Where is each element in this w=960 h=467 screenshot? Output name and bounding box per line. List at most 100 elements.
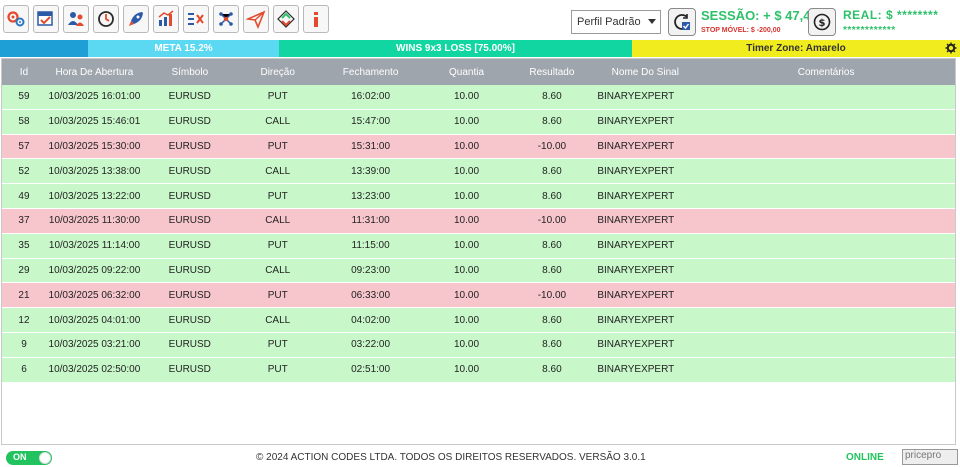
connection-status: ONLINE [846,452,884,463]
table-row[interactable]: 59 10/03/2025 16:01:00 EURUSD PUT 16:02:00 10… [2,85,955,110]
brand-watermark: pricepro [902,449,958,465]
cell-quantia: 10.00 [453,289,480,301]
users-icon[interactable] [63,5,89,33]
cell-comentarios[interactable] [697,234,955,258]
cell-direcao: CALL [265,116,291,128]
cell-fechamento: 13:23:00 [351,190,391,202]
header-comentarios[interactable]: Comentários [697,59,955,85]
refresh-check-button[interactable] [668,8,696,36]
cell-comentarios[interactable] [697,110,955,134]
cell-quantia: 10.00 [453,339,480,351]
chevron-down-icon [648,19,656,24]
real-balance: REAL: $ ******** [843,8,939,22]
gear-icon[interactable] [945,42,957,54]
cell-direcao: CALL [265,165,291,177]
cell-fechamento: 11:15:00 [351,240,390,252]
table-row[interactable]: 12 10/03/2025 04:01:00 EURUSD CALL 04:02:00 1… [2,308,955,333]
cell-comentarios[interactable] [697,135,955,159]
cell-direcao: CALL [265,314,291,326]
cell-sinal: BINARYEXPERT [597,314,675,326]
footer-bar: ON © 2024 ACTION CODES LTDA. TODOS OS DI… [0,447,960,467]
cell-resultado: 8.60 [542,264,562,276]
cell-hora: 10/03/2025 03:21:00 [48,339,141,351]
cell-quantia: 10.00 [453,91,480,103]
cell-simbolo: EURUSD [168,165,211,177]
cell-resultado: -10.00 [537,140,567,152]
header-direcao[interactable]: Direção [237,59,319,85]
top-toolbar: Perfil Padrão SESSÃO: + $ 47,40 STOP MÓV… [0,0,960,40]
cell-simbolo: EURUSD [168,140,211,152]
cell-resultado: 8.60 [542,190,562,202]
table-row[interactable]: 6 10/03/2025 02:50:00 EURUSD PUT 02:51:00 10.… [2,357,955,383]
stop-movel: STOP MÓVEL: $ -200,00 [701,27,781,34]
cell-id: 35 [18,240,30,252]
table-row[interactable]: 29 10/03/2025 09:22:00 EURUSD CALL 09:23:00 1… [2,258,955,284]
header-simbolo[interactable]: Símbolo [143,59,237,85]
cell-hora: 10/03/2025 02:50:00 [48,364,141,376]
cell-simbolo: EURUSD [168,364,211,376]
chart-up-icon[interactable] [153,5,179,33]
header-hora[interactable]: Hora De Abertura [46,59,143,85]
cell-id: 29 [18,264,30,276]
cell-fechamento: 11:31:00 [351,215,390,227]
cell-direcao: CALL [265,215,291,227]
table-row[interactable]: 49 10/03/2025 13:22:00 EURUSD PUT 13:23:00 10… [2,184,955,209]
table-row[interactable]: 37 10/03/2025 11:30:00 EURUSD CALL 11:31:00 1… [2,208,955,234]
history-clock-icon[interactable] [93,5,119,33]
profile-select[interactable]: Perfil Padrão [571,10,661,34]
cell-hora: 10/03/2025 15:46:01 [48,116,141,128]
balance-button[interactable]: $ [808,8,836,36]
table-row[interactable]: 57 10/03/2025 15:30:00 EURUSD PUT 15:31:00 10… [2,134,955,160]
cell-comentarios[interactable] [697,85,955,109]
header-fechamento[interactable]: Fechamento [319,59,423,85]
cell-resultado: 8.60 [542,165,562,177]
table-row[interactable]: 21 10/03/2025 06:32:00 EURUSD PUT 06:33:00 10… [2,283,955,309]
network-nodes-icon[interactable] [213,5,239,33]
cell-comentarios[interactable] [697,358,955,382]
cell-comentarios[interactable] [697,308,955,332]
cell-simbolo: EURUSD [168,339,211,351]
cell-direcao: PUT [267,91,288,103]
settings-gears-icon[interactable] [3,5,29,33]
cell-simbolo: EURUSD [168,240,211,252]
cell-fechamento: 16:02:00 [351,91,391,103]
info-icon[interactable] [303,5,329,33]
header-sinal[interactable]: Nome Do Sinal [593,59,697,85]
cell-hora: 10/03/2025 13:22:00 [48,190,141,202]
cell-sinal: BINARYEXPERT [597,165,675,177]
cell-hora: 10/03/2025 15:30:00 [48,140,141,152]
table-row[interactable]: 52 10/03/2025 13:38:00 EURUSD CALL 13:39:00 1… [2,159,955,185]
cell-comentarios[interactable] [697,333,955,357]
cell-sinal: BINARYEXPERT [597,91,675,103]
table-header: Id Hora De Abertura Símbolo Direção Fech… [2,59,955,85]
cell-comentarios[interactable] [697,259,955,283]
cell-id: 58 [18,116,30,128]
cell-comentarios[interactable] [697,283,955,307]
cell-id: 57 [18,140,30,152]
operations-table: Id Hora De Abertura Símbolo Direção Fech… [1,58,956,445]
diamond-arrows-icon[interactable] [273,5,299,33]
cell-fechamento: 04:02:00 [351,314,391,326]
on-off-toggle[interactable]: ON [6,451,52,465]
list-x-icon[interactable] [183,5,209,33]
cell-simbolo: EURUSD [168,190,211,202]
paper-plane-icon[interactable] [243,5,269,33]
header-quantia[interactable]: Quantia [423,59,511,85]
rocket-icon[interactable] [123,5,149,33]
cell-comentarios[interactable] [697,184,955,208]
cell-simbolo: EURUSD [168,314,211,326]
cell-fechamento: 06:33:00 [351,289,391,301]
cell-sinal: BINARYEXPERT [597,264,675,276]
table-row[interactable]: 9 10/03/2025 03:21:00 EURUSD PUT 03:22:00 10.… [2,332,955,358]
cell-comentarios[interactable] [697,209,955,233]
table-row[interactable]: 35 10/03/2025 11:14:00 EURUSD PUT 11:15:00 10… [2,233,955,259]
cell-resultado: -10.00 [537,289,567,301]
cell-comentarios[interactable] [697,159,955,183]
header-id[interactable]: Id [2,59,46,85]
profile-select-value: Perfil Padrão [577,16,641,28]
svg-text:$: $ [819,18,826,29]
table-row[interactable]: 58 10/03/2025 15:46:01 EURUSD CALL 15:47:00 1… [2,109,955,135]
header-resultado[interactable]: Resultado [510,59,593,85]
calendar-check-icon[interactable] [33,5,59,33]
status-segment-left [0,40,88,57]
